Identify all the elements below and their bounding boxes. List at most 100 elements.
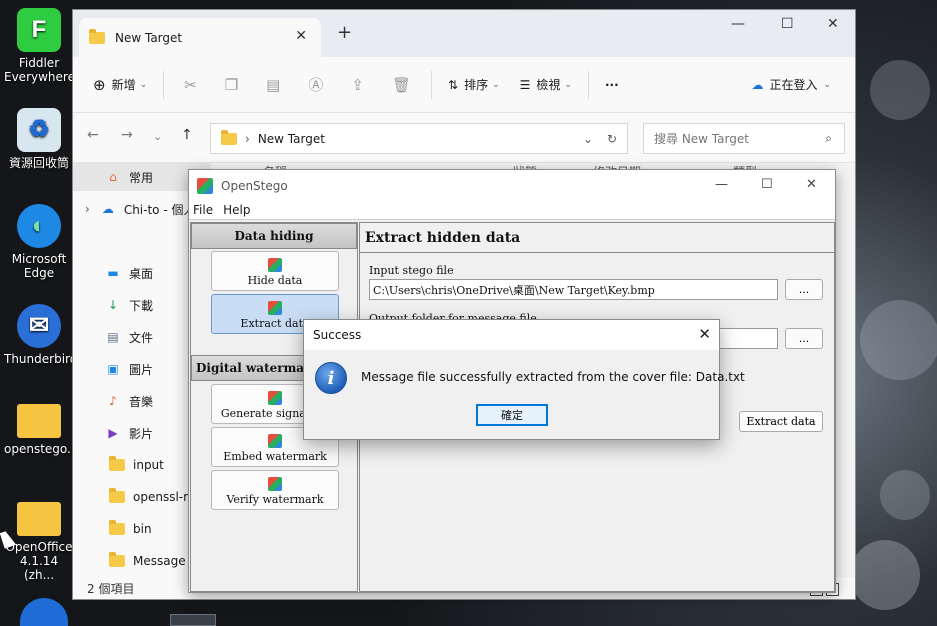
desktop-icon-fiddler[interactable]: F Fiddler Everywhere <box>4 8 75 84</box>
desktop-icon-label: Microsoft Edge <box>11 252 67 280</box>
recent-chevron-icon[interactable]: ⌄ <box>153 130 162 143</box>
explorer-tab[interactable]: New Target ✕ <box>79 18 321 57</box>
onedrive-icon: ☁ <box>101 202 114 216</box>
explorer-toolbar: ⊕ 新增 ⌄ ✂ ❐ ▤ Ⓐ ⇪ 🗑 ⇅ 排序 ⌄ ☰ 檢視 ⌄ ··· ☁ 正… <box>73 57 855 113</box>
desktop-icon-recycle-bin[interactable]: ♻ 資源回收筒 <box>4 108 74 170</box>
address-field[interactable]: › New Target ⌄ ↻ <box>210 123 628 154</box>
copy-icon[interactable]: ❐ <box>225 76 238 94</box>
panel-title: Extract hidden data <box>360 223 834 253</box>
section-data-hiding: Data hiding <box>191 223 357 249</box>
minimize-icon[interactable]: — <box>731 16 745 32</box>
folder-icon <box>109 552 125 567</box>
chevron-down-icon: ⌄ <box>564 79 572 90</box>
sort-icon: ⇅ <box>448 77 459 92</box>
paste-icon[interactable]: ▤ <box>266 76 280 94</box>
toolbar-divider <box>431 70 432 99</box>
folder-icon <box>221 129 237 145</box>
maximize-icon[interactable]: ☐ <box>761 177 773 192</box>
toolbar-divider <box>587 70 589 99</box>
maximize-icon[interactable]: ☐ <box>781 16 794 32</box>
chevron-down-icon: ⌄ <box>492 79 500 90</box>
signin-status[interactable]: ☁ 正在登入 ⌄ <box>741 76 855 93</box>
search-icon: ⌕ <box>825 131 832 145</box>
thunderbird-icon: ✉ <box>17 304 61 348</box>
chevron-down-icon: ⌄ <box>139 79 148 90</box>
extract-data-icon <box>268 301 282 315</box>
window-title: OpenStego <box>221 178 288 193</box>
close-icon[interactable]: ✕ <box>698 325 711 343</box>
forward-icon[interactable]: → <box>121 127 133 143</box>
verify-watermark-icon <box>268 477 282 491</box>
rename-icon[interactable]: Ⓐ <box>308 74 323 95</box>
fiddler-icon: F <box>17 8 61 52</box>
view-icon: ☰ <box>519 77 531 92</box>
back-icon[interactable]: ← <box>87 127 99 143</box>
verify-watermark-button[interactable]: Verify watermark <box>211 470 339 510</box>
plus-circle-icon: ⊕ <box>93 75 106 94</box>
recycle-bin-icon: ♻ <box>17 108 61 152</box>
cut-icon[interactable]: ✂ <box>184 76 197 94</box>
success-dialog: Success ✕ i Message file successfully ex… <box>303 319 745 440</box>
close-tab-icon[interactable]: ✕ <box>295 28 307 44</box>
folder-icon <box>109 520 125 535</box>
input-stego-field[interactable]: C:\Users\chris\OneDrive\桌面\New Target\Ke… <box>369 279 778 300</box>
refresh-icon[interactable]: ↻ <box>607 132 617 146</box>
download-icon: ↓ <box>107 298 119 312</box>
tab-title: New Target <box>115 30 183 45</box>
desktop-icon-label: OpenOffice 4.1.14 (zh... <box>5 540 73 582</box>
search-input[interactable]: 搜尋 New Target ⌕ <box>643 123 845 154</box>
desktop-icon-openstego-folder[interactable]: openstego... <box>4 404 78 456</box>
breadcrumb: New Target <box>257 131 325 146</box>
desktop-icon-label: Thunderbird <box>4 352 78 366</box>
breadcrumb-separator-icon: › <box>245 131 250 146</box>
explorer-tab-bar: New Target ✕ + — ☐ ✕ <box>73 10 855 57</box>
dialog-title: Success <box>313 328 362 342</box>
minimize-icon[interactable]: — <box>715 177 728 192</box>
ok-button[interactable]: 確定 <box>476 404 548 426</box>
dialog-message: Message file successfully extracted from… <box>361 370 745 384</box>
close-window-icon[interactable]: ✕ <box>827 16 839 32</box>
up-icon[interactable]: ↑ <box>181 127 193 143</box>
desktop-icon: ▬ <box>107 266 119 280</box>
desktop-icon-thunderbird[interactable]: ✉ Thunderbird <box>4 304 78 366</box>
share-icon[interactable]: ⇪ <box>351 76 364 94</box>
generate-signature-icon <box>268 391 282 405</box>
view-button[interactable]: ☰ 檢視 ⌄ <box>510 76 582 93</box>
more-button[interactable]: ··· <box>595 78 629 92</box>
item-count: 2 個項目 <box>87 581 135 596</box>
folder-icon <box>109 456 125 471</box>
picture-icon: ▣ <box>107 362 119 376</box>
dialog-body: i Message file successfully extracted fr… <box>304 350 745 439</box>
menu-bar: File Help <box>189 201 835 220</box>
openstego-app-icon <box>197 177 213 194</box>
dialog-title-bar: Success ✕ <box>304 320 719 350</box>
delete-icon[interactable]: 🗑 <box>392 76 411 94</box>
add-tab-icon[interactable]: + <box>337 22 352 43</box>
new-button[interactable]: ⊕ 新增 ⌄ <box>73 76 157 94</box>
browse-output-button[interactable]: ... <box>785 328 823 349</box>
menu-file[interactable]: File <box>193 203 213 217</box>
hide-data-button[interactable]: Hide data <box>211 251 339 291</box>
desktop-icon-edge[interactable]: ◐ Microsoft Edge <box>4 204 74 280</box>
document-icon: ▤ <box>107 330 119 344</box>
close-window-icon[interactable]: ✕ <box>806 177 817 192</box>
folder-icon <box>17 404 61 438</box>
desktop-icon-label: Fiddler Everywhere <box>4 56 75 84</box>
folder-icon <box>89 28 105 44</box>
chevron-right-icon: › <box>85 202 90 216</box>
sort-button[interactable]: ⇅ 排序 ⌄ <box>438 76 510 93</box>
address-bar-row: ← → ⌄ ↑ › New Target ⌄ ↻ 搜尋 New Target ⌕ <box>73 113 855 163</box>
toolbar-divider <box>163 70 165 99</box>
taskbar-window-thumbnail[interactable] <box>170 614 216 626</box>
chevron-down-icon[interactable]: ⌄ <box>583 132 593 146</box>
browse-stego-button[interactable]: ... <box>785 279 823 300</box>
music-icon: ♪ <box>109 394 117 408</box>
folder-icon <box>17 502 61 536</box>
menu-help[interactable]: Help <box>223 203 250 217</box>
chevron-down-icon: ⌄ <box>823 79 831 90</box>
extract-data-button[interactable]: Extract data <box>739 411 823 432</box>
embed-watermark-icon <box>268 434 282 448</box>
onedrive-icon: ☁ <box>751 77 764 92</box>
hide-data-icon <box>268 258 282 272</box>
taskbar-app-icon[interactable] <box>20 598 68 626</box>
